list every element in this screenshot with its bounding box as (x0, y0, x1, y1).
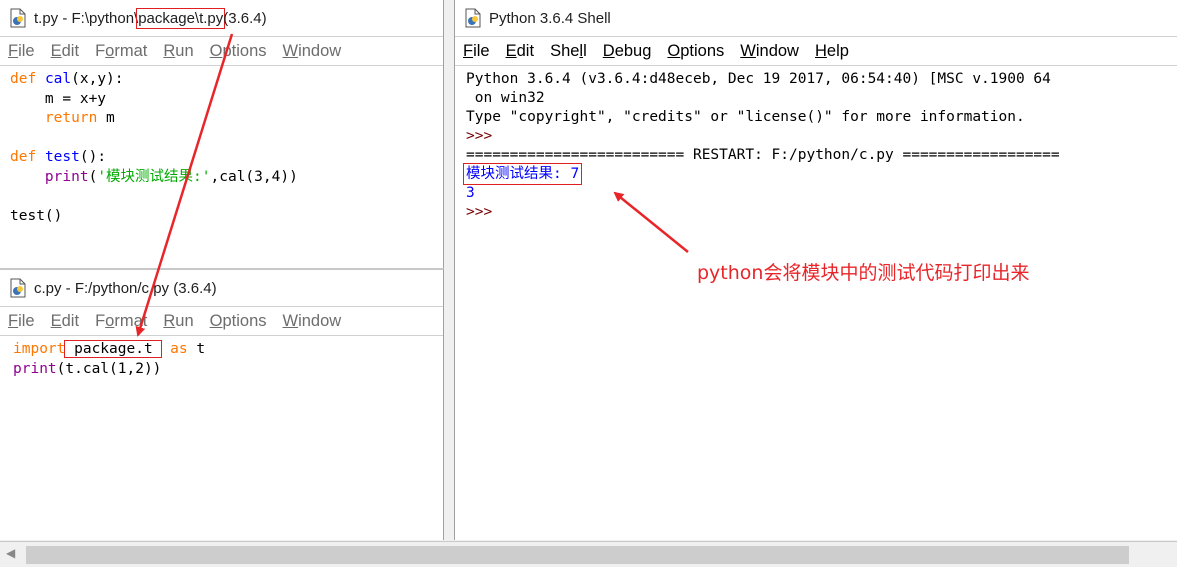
shell-restart-line: ========================= RESTART: F:/py… (466, 147, 1060, 163)
title-highlight: package\t.py (136, 7, 226, 29)
menu-file[interactable]: File (8, 312, 35, 331)
scrollbar-thumb[interactable] (26, 546, 1129, 564)
shell-banner: Python 3.6.4 (v3.6.4:d48eceb, Dec 19 201… (466, 71, 1051, 87)
code-def-name: test (44, 149, 80, 165)
code-text: t (187, 341, 206, 357)
shell-output-line: 模块测试结果: 7 (462, 163, 583, 185)
title-suffix: (3.6.4) (223, 9, 267, 27)
idle-file-icon (10, 8, 26, 28)
menu-shell[interactable]: Shell (550, 42, 587, 61)
menu-bar-c-py: File Edit Format Run Options Window (0, 306, 443, 336)
code-keyword: as (170, 341, 188, 357)
menu-run[interactable]: Run (163, 42, 193, 61)
menu-options[interactable]: Options (667, 42, 724, 61)
code-string: '模块测试结果:' (97, 168, 211, 185)
annotation-text: python会将模块中的测试代码打印出来 (697, 262, 1030, 284)
code-text: test() (10, 207, 63, 224)
menu-bar-t-py: File Edit Format Run Options Window (0, 36, 443, 66)
code-text: (x,y): (71, 71, 124, 87)
menu-bar-shell: File Edit Shell Debug Options Window Hel… (455, 36, 1177, 66)
idle-file-icon (465, 8, 481, 28)
code-text: ( (88, 168, 98, 185)
shell-banner: on win32 (466, 90, 545, 106)
menu-options[interactable]: Options (210, 42, 267, 61)
code-builtin: print (13, 360, 57, 377)
editor-window-c-py[interactable]: c.py - F:/python/c.py (3.6.4) File Edit … (0, 268, 444, 540)
window-title: Python 3.6.4 Shell (489, 9, 611, 27)
code-editor-t-py[interactable]: def cal(x,y): m = x+y return m def test(… (0, 66, 443, 226)
code-keyword: return (44, 110, 98, 126)
shell-prompt: >>> (466, 204, 493, 220)
menu-edit[interactable]: Edit (506, 42, 534, 61)
code-keyword: def (10, 71, 37, 87)
menu-window[interactable]: Window (283, 312, 342, 331)
shell-prompt: >>> (466, 128, 493, 144)
code-text: (t.cal(1,2)) (56, 360, 162, 377)
menu-file[interactable]: File (8, 42, 35, 61)
shell-output[interactable]: Python 3.6.4 (v3.6.4:d48eceb, Dec 19 201… (455, 66, 1177, 222)
menu-options[interactable]: Options (210, 312, 267, 331)
code-text: m (97, 110, 115, 126)
menu-debug[interactable]: Debug (603, 42, 652, 61)
menu-help[interactable]: Help (815, 42, 849, 61)
import-highlight: package.t (64, 340, 163, 358)
horizontal-scrollbar[interactable]: ◀ (0, 541, 1177, 567)
title-bar-t-py[interactable]: t.py - F:\python\ package\t.py (3.6.4) (0, 0, 443, 36)
menu-edit[interactable]: Edit (51, 312, 79, 331)
menu-window[interactable]: Window (740, 42, 799, 61)
screenshot-stage: t.py - F:\python\ package\t.py (3.6.4) Fi… (0, 0, 1177, 567)
code-editor-c-py[interactable]: import package.t as t print(t.cal(1,2)) (0, 336, 443, 379)
editor-window-t-py[interactable]: t.py - F:\python\ package\t.py (3.6.4) Fi… (0, 0, 444, 268)
title-bar-c-py[interactable]: c.py - F:/python/c.py (3.6.4) (0, 270, 443, 306)
menu-file[interactable]: File (463, 42, 490, 61)
code-keyword: def (10, 149, 37, 165)
code-def-name: cal (44, 71, 72, 87)
menu-format[interactable]: Format (95, 312, 147, 331)
code-text: ,cal(3,4)) (210, 168, 298, 185)
window-title: c.py - F:/python/c.py (3.6.4) (34, 279, 217, 297)
code-keyword: import (13, 341, 66, 357)
menu-edit[interactable]: Edit (51, 42, 79, 61)
scroll-left-arrow-icon[interactable]: ◀ (6, 546, 15, 560)
code-builtin: print (44, 168, 89, 185)
menu-window[interactable]: Window (283, 42, 342, 61)
menu-run[interactable]: Run (163, 312, 193, 331)
idle-file-icon (10, 278, 26, 298)
title-prefix: t.py - F:\python\ (34, 9, 139, 27)
menu-format[interactable]: Format (95, 42, 147, 61)
code-text: m = x+y (10, 90, 107, 107)
shell-output-line: 3 (466, 185, 475, 201)
title-bar-shell[interactable]: Python 3.6.4 Shell (455, 0, 1177, 36)
code-text: (): (79, 149, 107, 165)
shell-banner: Type "copyright", "credits" or "license(… (466, 109, 1025, 125)
